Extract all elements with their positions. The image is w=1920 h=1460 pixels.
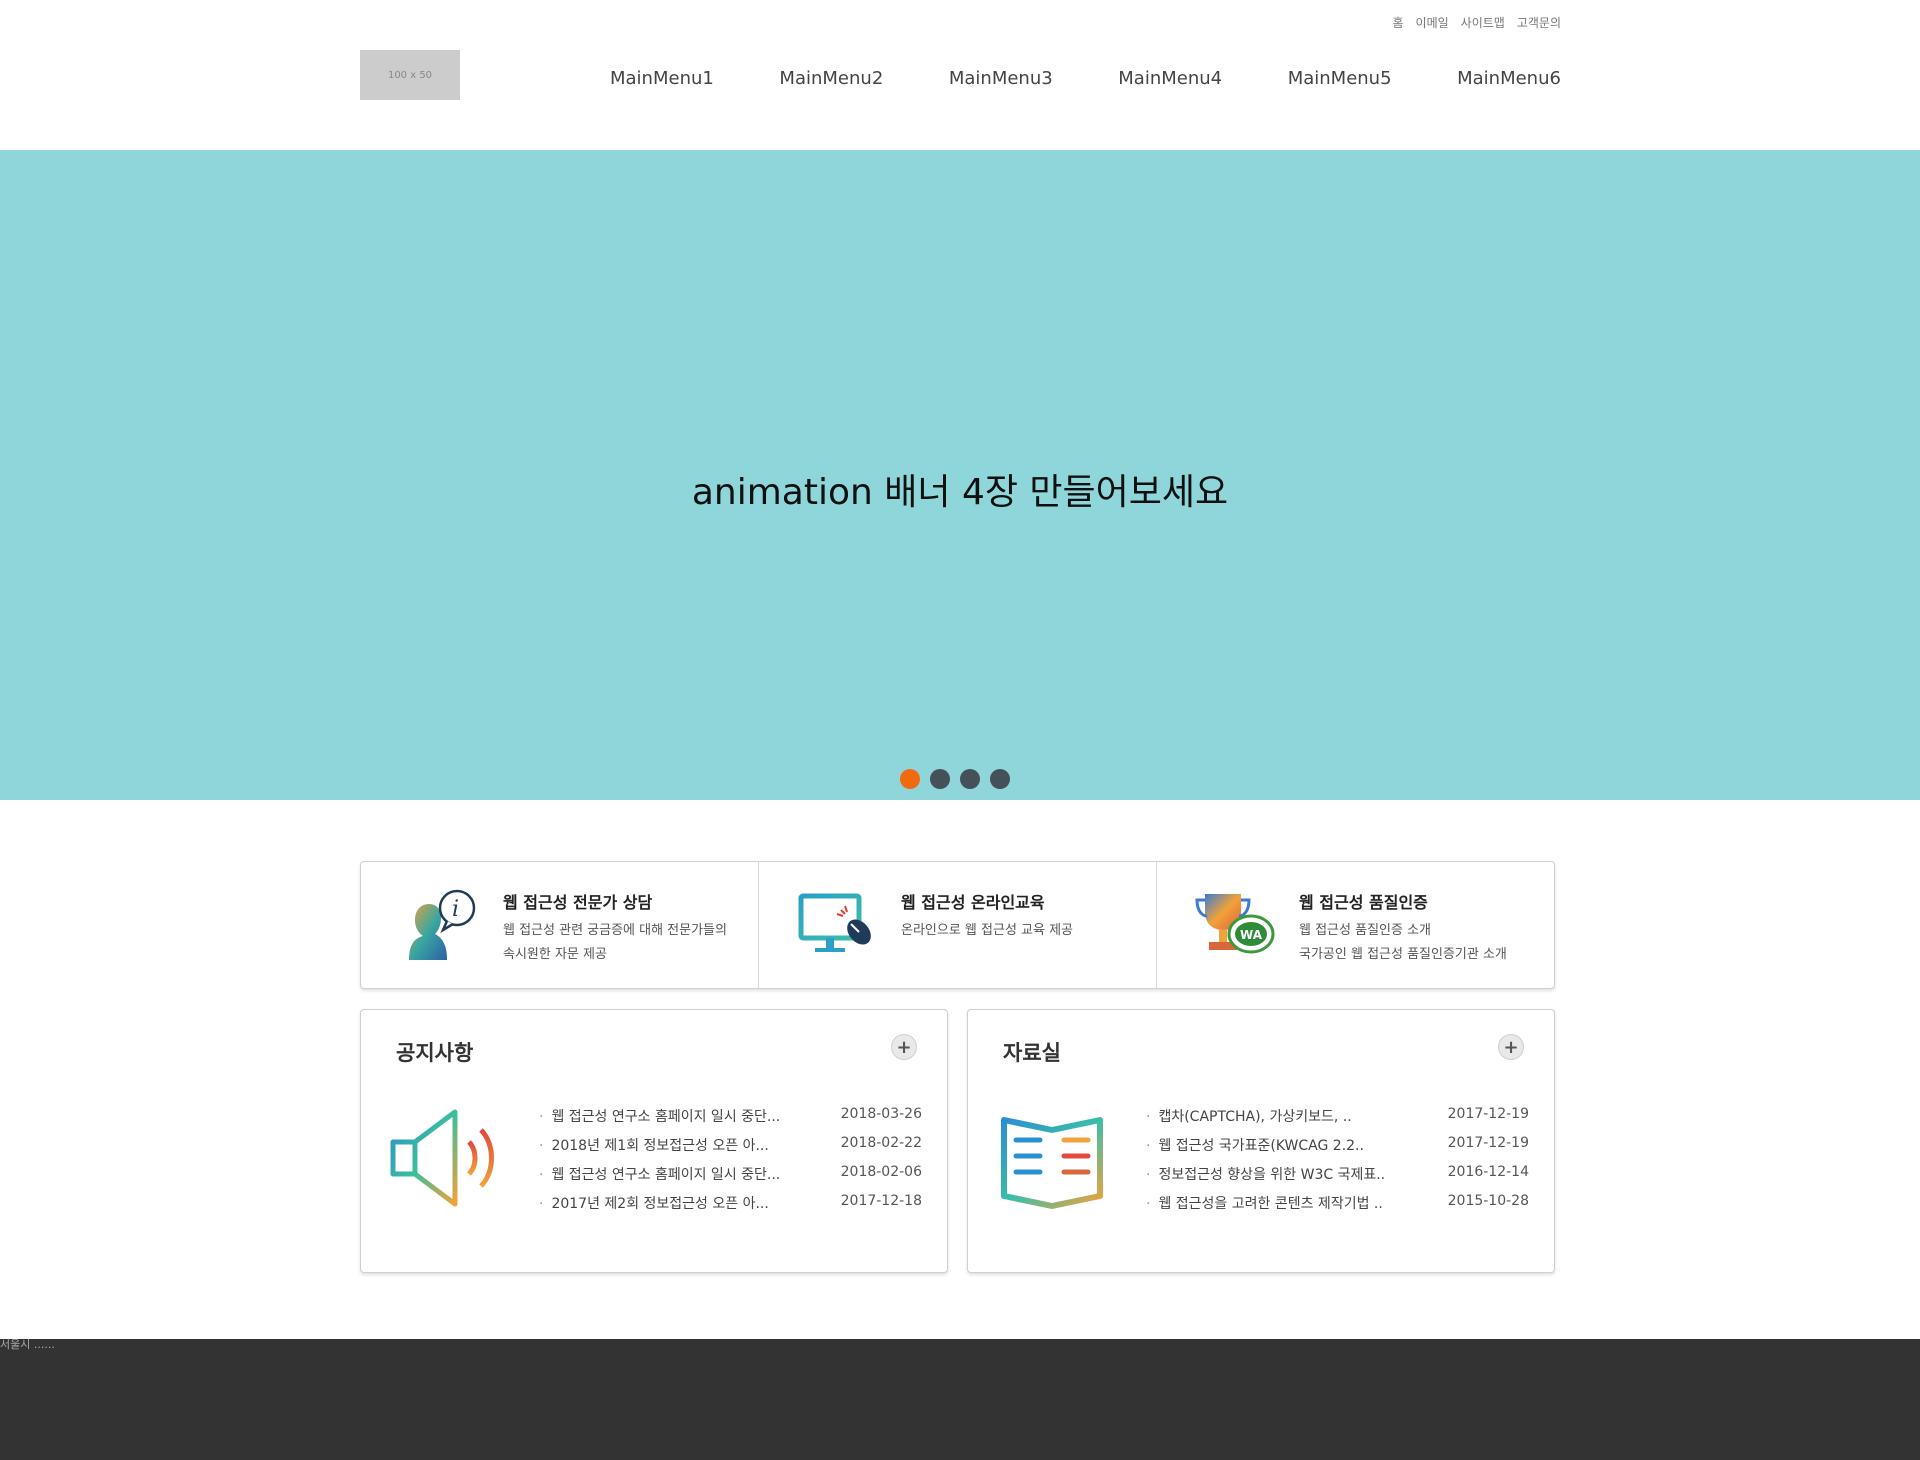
service-quality-certification[interactable]: WA 웹 접근성 품질인증 웹 접근성 품질인증 소개 국가공인 웹 접근성 품… xyxy=(1157,862,1554,988)
notice-item-date: 2017-12-18 xyxy=(840,1193,922,1209)
archive-item-title: 정보접근성 향상을 위한 W3C 국제표.. xyxy=(1146,1164,1385,1193)
notice-item-title: 2017년 제2회 정보접근성 오픈 아... xyxy=(539,1193,768,1222)
banner-dot-3[interactable] xyxy=(960,769,980,789)
site-footer xyxy=(0,1339,1920,1460)
footer-address: 서울시 ...... xyxy=(0,1338,55,1351)
nav-item-mainmenu6[interactable]: MainMenu6 xyxy=(1457,68,1561,89)
main-navigation: MainMenu1 MainMenu2 MainMenu3 MainMenu4 … xyxy=(610,68,1561,89)
notice-board: 공지사항 + 웹 접근성 연구소 홈페이지 일시 중단... 2018-03-26… xyxy=(360,1009,948,1273)
list-item[interactable]: 웹 접근성 연구소 홈페이지 일시 중단... 2018-02-06 xyxy=(539,1164,922,1193)
notice-item-title: 웹 접근성 연구소 홈페이지 일시 중단... xyxy=(539,1106,780,1135)
archive-item-date: 2015-10-28 xyxy=(1447,1193,1529,1209)
archive-board: 자료실 + 캡차(CAPTCHA), 가상키보드, .. 2017-12-19 웹… xyxy=(967,1009,1555,1273)
notice-item-date: 2018-02-06 xyxy=(840,1164,922,1180)
list-item[interactable]: 웹 접근성을 고려한 콘텐츠 제작기법 .. 2015-10-28 xyxy=(1146,1193,1529,1222)
banner-pagination xyxy=(900,769,1010,789)
service-title: 웹 접근성 품질인증 xyxy=(1299,893,1428,912)
notice-item-date: 2018-03-26 xyxy=(840,1106,922,1122)
notice-item-title: 2018년 제1회 정보접근성 오픈 아... xyxy=(539,1135,768,1164)
banner-dot-4[interactable] xyxy=(990,769,1010,789)
service-online-education[interactable]: 웹 접근성 온라인교육 온라인으로 웹 접근성 교육 제공 xyxy=(759,862,1157,988)
archive-item-title: 캡차(CAPTCHA), 가상키보드, .. xyxy=(1146,1106,1351,1135)
archive-more-button[interactable]: + xyxy=(1498,1034,1524,1060)
service-title: 웹 접근성 온라인교육 xyxy=(901,893,1045,912)
site-header: 홈 이메일 사이트맵 고객문의 100 x 50 MainMenu1 MainM… xyxy=(0,0,1920,150)
nav-item-mainmenu1[interactable]: MainMenu1 xyxy=(610,68,714,89)
list-item[interactable]: 웹 접근성 연구소 홈페이지 일시 중단... 2018-03-26 xyxy=(539,1106,922,1135)
list-item[interactable]: 2017년 제2회 정보접근성 오픈 아... 2017-12-18 xyxy=(539,1193,922,1222)
svg-text:WA: WA xyxy=(1240,928,1263,942)
site-logo[interactable]: 100 x 50 xyxy=(360,50,460,100)
utility-links: 홈 이메일 사이트맵 고객문의 xyxy=(1392,14,1561,31)
service-expert-consulting[interactable]: i 웹 접근성 전문가 상담 웹 접근성 관련 궁금증에 대해 전문가들의 속시… xyxy=(361,862,759,988)
service-description: 온라인으로 웹 접근성 교육 제공 xyxy=(901,923,1074,938)
notice-board-title: 공지사항 xyxy=(396,1041,474,1065)
service-title: 웹 접근성 전문가 상담 xyxy=(503,893,653,912)
notice-more-button[interactable]: + xyxy=(891,1034,917,1060)
archive-item-date: 2016-12-14 xyxy=(1447,1164,1529,1180)
service-description: 웹 접근성 품질인증 소개 국가공인 웹 접근성 품질인증기관 소개 xyxy=(1299,923,1507,962)
notice-item-date: 2018-02-22 xyxy=(840,1135,922,1151)
nav-item-mainmenu3[interactable]: MainMenu3 xyxy=(949,68,1053,89)
trophy-wa-icon: WA xyxy=(1195,894,1275,954)
util-link-contact[interactable]: 고객문의 xyxy=(1517,14,1561,31)
speaker-icon xyxy=(390,1109,494,1207)
archive-item-title: 웹 접근성을 고려한 콘텐츠 제작기법 .. xyxy=(1146,1193,1382,1222)
util-link-home[interactable]: 홈 xyxy=(1392,14,1403,31)
monitor-mouse-icon xyxy=(798,893,871,952)
logo-placeholder-text: 100 x 50 xyxy=(387,69,433,81)
plus-icon: + xyxy=(1503,1036,1519,1058)
list-item[interactable]: 웹 접근성 국가표준(KWCAG 2.2.. 2017-12-19 xyxy=(1146,1135,1529,1164)
nav-item-mainmenu2[interactable]: MainMenu2 xyxy=(779,68,883,89)
banner-text: animation 배너 4장 만들어보세요 xyxy=(691,472,1229,513)
archive-item-date: 2017-12-19 xyxy=(1447,1106,1529,1122)
archive-item-title: 웹 접근성 국가표준(KWCAG 2.2.. xyxy=(1146,1135,1364,1164)
notice-item-title: 웹 접근성 연구소 홈페이지 일시 중단... xyxy=(539,1164,780,1193)
archive-board-title: 자료실 xyxy=(1003,1041,1061,1065)
nav-item-mainmenu5[interactable]: MainMenu5 xyxy=(1288,68,1392,89)
archive-list: 캡차(CAPTCHA), 가상키보드, .. 2017-12-19 웹 접근성 국… xyxy=(1146,1106,1529,1222)
open-book-icon xyxy=(1001,1117,1103,1209)
hero-banner: animation 배너 4장 만들어보세요 xyxy=(0,150,1920,800)
list-item[interactable]: 캡차(CAPTCHA), 가상키보드, .. 2017-12-19 xyxy=(1146,1106,1529,1135)
notice-list: 웹 접근성 연구소 홈페이지 일시 중단... 2018-03-26 2018년 … xyxy=(539,1106,922,1222)
consultant-info-icon: i xyxy=(409,889,476,960)
list-item[interactable]: 정보접근성 향상을 위한 W3C 국제표.. 2016-12-14 xyxy=(1146,1164,1529,1193)
util-link-email[interactable]: 이메일 xyxy=(1416,14,1449,31)
list-item[interactable]: 2018년 제1회 정보접근성 오픈 아... 2018-02-22 xyxy=(539,1135,922,1164)
service-description: 웹 접근성 관련 궁금증에 대해 전문가들의 속시원한 자문 제공 xyxy=(503,923,727,962)
service-boxes: i 웹 접근성 전문가 상담 웹 접근성 관련 궁금증에 대해 전문가들의 속시… xyxy=(360,861,1555,989)
archive-item-date: 2017-12-19 xyxy=(1447,1135,1529,1151)
banner-dot-2[interactable] xyxy=(930,769,950,789)
svg-text:i: i xyxy=(452,897,459,922)
nav-item-mainmenu4[interactable]: MainMenu4 xyxy=(1118,68,1222,89)
banner-dot-1[interactable] xyxy=(900,769,920,789)
plus-icon: + xyxy=(896,1036,912,1058)
util-link-sitemap[interactable]: 사이트맵 xyxy=(1461,14,1505,31)
